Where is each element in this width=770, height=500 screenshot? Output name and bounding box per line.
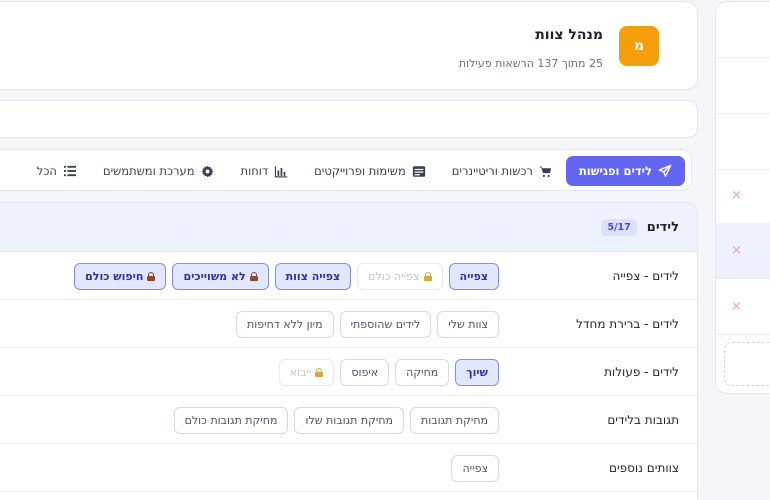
permission-toggle-chip[interactable]: מחיקת תגובות שלו [294,406,404,434]
permission-row-label: תגובות בלידים [607,413,679,427]
lock-icon [147,271,156,281]
tab-label: הכל [36,164,57,178]
list-icon [63,164,77,178]
roles-side-panel: × × × [715,1,770,394]
tab-cart[interactable]: רכשות וריטיינרים [439,156,566,186]
side-list-item[interactable] [716,2,770,58]
lock-icon [315,367,324,377]
permission-toggle-chip[interactable]: צפייה צוות [274,262,352,290]
permission-toggle-chip: צפייה כולם [357,262,443,290]
permission-toggle-chip[interactable]: שיוך [455,358,499,386]
permission-rows: לידים - צפייה צפייה צפייה כולם צפייה צוות לא… [0,252,697,492]
permission-row-label: לידים - פעולות [604,365,679,379]
lock-icon [249,271,258,281]
section-title: לידים [646,219,679,235]
tab-label: מערכת ומשתמשים [102,164,195,178]
remove-icon[interactable]: × [731,243,742,258]
side-list-item-active[interactable]: × [716,223,770,279]
gear-icon [201,164,215,178]
add-item-placeholder[interactable] [724,342,770,386]
permission-toggle-chip[interactable]: צפייה [451,454,499,482]
side-list-item[interactable] [716,114,770,170]
permission-toggle-chip[interactable]: מחיקת תגובות כולם [173,406,289,434]
chip-label: לא משוייכים [183,269,246,283]
permission-chips: צוות שלי לידים שהוספתי מיון ללא דחיפות [236,300,499,348]
permissions-section: לידים 5/17 לידים - צפייה צפייה צפייה כולם צ… [0,202,698,500]
tab-bar-chart[interactable]: דוחות [228,156,302,186]
card-icon [412,164,426,178]
chip-label: צפייה [462,461,488,475]
permission-toggle-chip[interactable]: לידים שהוספתי [339,310,432,338]
cart-icon [539,164,553,178]
tab-gear[interactable]: מערכת ומשתמשים [90,156,228,186]
side-list-item[interactable]: × [716,279,770,335]
permission-row: לידים - פעולות שיוך מחיקה איפוס ייבוא [0,348,697,396]
tab-card[interactable]: משימות ופרוייקטים [301,156,439,186]
permission-toggle-chip[interactable]: איפוס [340,358,390,386]
permission-chips: שיוך מחיקה איפוס ייבוא [278,348,499,396]
tab-label: לידים ופגישות [578,164,652,178]
bar-chart-icon [274,164,288,178]
permission-chips: מחיקת תגובות מחיקת תגובות שלו מחיקת תגובות… [173,396,499,444]
permission-toggle-chip[interactable]: מחיקה [395,358,450,386]
chip-label: מחיקת תגובות [421,413,488,427]
paper-plane-icon [658,164,672,178]
lock-icon [423,271,432,281]
permission-chips: צפייה צפייה כולם צפייה צוות לא משוייכים חיפו… [74,252,499,300]
permission-chips: צפייה [451,444,499,492]
chip-label: לידים שהוספתי [350,317,421,331]
tab-paper-plane[interactable]: לידים ופגישות [565,156,685,186]
permission-toggle-chip: ייבוא [278,358,335,386]
tab-label: רכשות וריטיינרים [451,164,533,178]
chip-label: צפייה צוות [285,269,341,283]
section-header[interactable]: לידים 5/17 [0,203,697,252]
permission-row: לידים - ברירת מחדל צוות שלי לידים שהוספתי מ… [0,300,697,348]
chip-label: צוות שלי [448,317,488,331]
role-title: מנהל צוות [535,27,603,43]
tab-label: משימות ופרוייקטים [314,164,406,178]
chip-label: שיוך [466,365,488,379]
chip-label: מיון ללא דחיפות [247,317,323,331]
permission-toggle-chip[interactable]: צוות שלי [437,310,499,338]
permission-row: תגובות בלידים מחיקת תגובות מחיקת תגובות של… [0,396,697,444]
chip-label: איפוס [351,365,379,379]
permission-row-label: לידים - ברירת מחדל [576,317,679,331]
permission-toggle-chip[interactable]: צפייה [448,262,499,290]
permission-toggle-chip[interactable]: חיפוש כולם [74,262,167,290]
tab-label: דוחות [240,164,269,178]
remove-icon[interactable]: × [731,188,742,203]
role-subtitle: 25 מתוך 137 הרשאות פעילות [458,57,603,70]
section-count-badge: 5/17 [601,218,637,236]
permission-row-label: צוותים נוספים [608,461,679,475]
side-list-item[interactable] [716,58,770,114]
remove-icon[interactable]: × [731,299,742,314]
chip-label: ייבוא [289,365,312,379]
chip-label: מחיקת תגובות כולם [184,413,278,427]
role-avatar: מ [619,26,659,66]
permission-row: צוותים נוספים צפייה [0,444,697,492]
chip-label: צפייה כולם [368,269,420,283]
category-tabs: לידים ופגישות רכשות וריטיינרים משימות ופרו… [24,150,691,192]
tab-list[interactable]: הכל [24,156,90,186]
chip-label: חיפוש כולם [85,269,144,283]
chip-label: מחיקה [406,365,439,379]
chip-label: צפייה [459,269,488,283]
search-input[interactable] [0,101,697,137]
permission-toggle-chip[interactable]: לא משוייכים [172,262,269,290]
permission-row-label: לידים - צפייה [612,269,679,283]
chip-label: מחיקת תגובות שלו [305,413,393,427]
permission-toggle-chip[interactable]: מיון ללא דחיפות [236,310,334,338]
permission-row: לידים - צפייה צפייה צפייה כולם צפייה צוות לא… [0,252,697,300]
role-header-card: מ מנהל צוות 25 מתוך 137 הרשאות פעילות [0,1,698,90]
side-list-item[interactable]: × [716,168,770,224]
search-card [0,100,698,138]
category-tabs-bar: לידים ופגישות רכשות וריטיינרים משימות ופרו… [0,149,692,191]
permission-toggle-chip[interactable]: מחיקת תגובות [410,406,499,434]
